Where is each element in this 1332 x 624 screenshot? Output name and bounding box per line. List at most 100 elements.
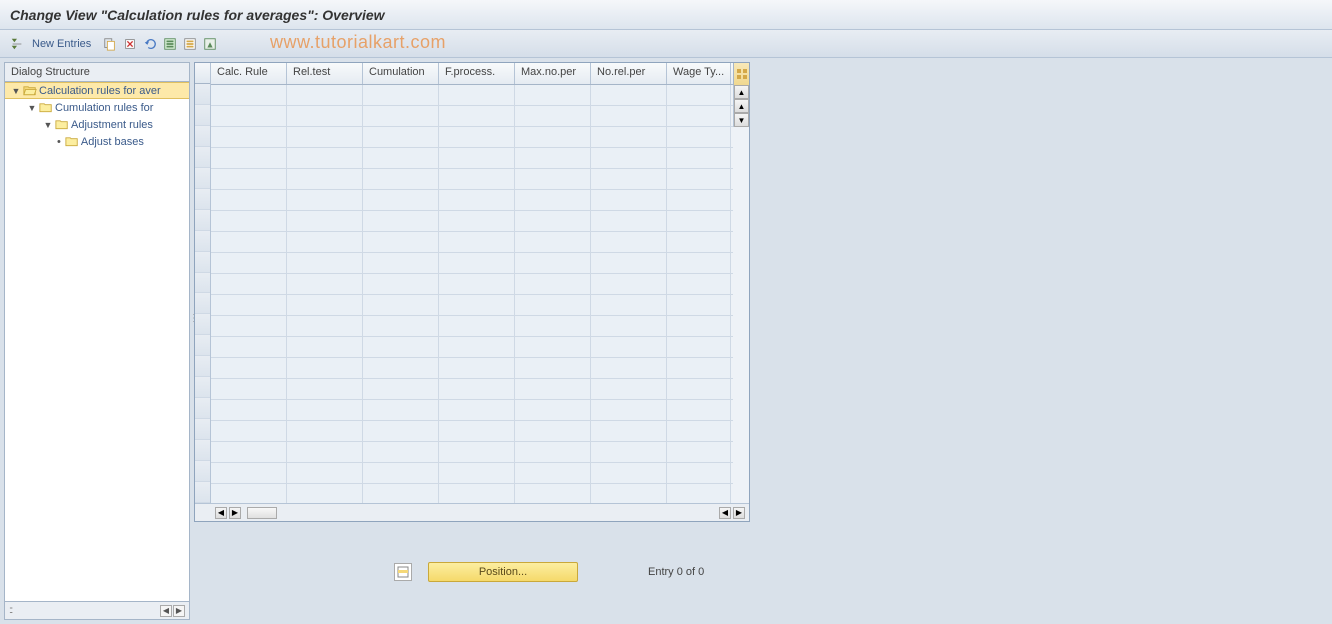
- cell[interactable]: [287, 442, 363, 462]
- row-selector[interactable]: [195, 210, 210, 231]
- cell[interactable]: [363, 400, 439, 420]
- cell[interactable]: [591, 442, 667, 462]
- cell[interactable]: [363, 232, 439, 252]
- cell[interactable]: [667, 232, 731, 252]
- cell[interactable]: [591, 148, 667, 168]
- table-row[interactable]: [211, 400, 733, 421]
- cell[interactable]: [591, 463, 667, 483]
- column-rel-test[interactable]: Rel.test: [287, 63, 363, 84]
- cell[interactable]: [439, 463, 515, 483]
- cell[interactable]: [363, 274, 439, 294]
- cell[interactable]: [363, 253, 439, 273]
- cell[interactable]: [591, 211, 667, 231]
- row-selector[interactable]: [195, 482, 210, 503]
- cell[interactable]: [667, 358, 731, 378]
- row-selector[interactable]: [195, 314, 210, 335]
- cell[interactable]: [211, 211, 287, 231]
- expand-toggle-icon[interactable]: ▼: [43, 120, 53, 130]
- cell[interactable]: [667, 253, 731, 273]
- cell[interactable]: [363, 106, 439, 126]
- cell[interactable]: [287, 358, 363, 378]
- table-row[interactable]: [211, 232, 733, 253]
- cell[interactable]: [363, 463, 439, 483]
- column-calc-rule[interactable]: Calc. Rule: [211, 63, 287, 84]
- cell[interactable]: [287, 316, 363, 336]
- cell[interactable]: [211, 148, 287, 168]
- cell[interactable]: [439, 253, 515, 273]
- cell[interactable]: [287, 232, 363, 252]
- cell[interactable]: [287, 148, 363, 168]
- table-row[interactable]: [211, 274, 733, 295]
- row-selector[interactable]: [195, 126, 210, 147]
- cell[interactable]: [439, 127, 515, 147]
- cell[interactable]: [287, 190, 363, 210]
- cell[interactable]: [591, 316, 667, 336]
- cell[interactable]: [363, 337, 439, 357]
- cell[interactable]: [667, 400, 731, 420]
- cell[interactable]: [363, 484, 439, 503]
- table-row[interactable]: [211, 169, 733, 190]
- cell[interactable]: [287, 106, 363, 126]
- column-no-rel-per[interactable]: No.rel.per: [591, 63, 667, 84]
- table-row[interactable]: [211, 127, 733, 148]
- cell[interactable]: [515, 463, 591, 483]
- cell[interactable]: [591, 400, 667, 420]
- scrollbar-thumb[interactable]: [247, 507, 277, 519]
- select-all-icon[interactable]: [161, 35, 179, 53]
- table-row[interactable]: [211, 463, 733, 484]
- new-entries-button[interactable]: New Entries: [28, 38, 95, 50]
- cell[interactable]: [211, 106, 287, 126]
- cell[interactable]: [439, 232, 515, 252]
- cell[interactable]: [211, 379, 287, 399]
- cell[interactable]: [363, 358, 439, 378]
- cell[interactable]: [287, 85, 363, 105]
- cell[interactable]: [515, 211, 591, 231]
- scroll-left-icon[interactable]: ◀: [719, 507, 731, 519]
- cell[interactable]: [667, 211, 731, 231]
- cell[interactable]: [211, 232, 287, 252]
- cell[interactable]: [363, 379, 439, 399]
- tree-item-cumulation-rules[interactable]: ▼ Cumulation rules for: [5, 99, 189, 116]
- cell[interactable]: [515, 127, 591, 147]
- cell[interactable]: [591, 274, 667, 294]
- cell[interactable]: [667, 85, 731, 105]
- cell[interactable]: [287, 337, 363, 357]
- cell[interactable]: [515, 379, 591, 399]
- table-row[interactable]: [211, 85, 733, 106]
- cell[interactable]: [211, 190, 287, 210]
- cell[interactable]: [515, 169, 591, 189]
- cell[interactable]: [515, 337, 591, 357]
- print-icon[interactable]: [201, 35, 219, 53]
- cell[interactable]: [439, 274, 515, 294]
- cell[interactable]: [363, 85, 439, 105]
- cell[interactable]: [667, 337, 731, 357]
- cell[interactable]: [667, 295, 731, 315]
- cell[interactable]: [667, 274, 731, 294]
- cell[interactable]: [667, 421, 731, 441]
- row-selector[interactable]: [195, 273, 210, 294]
- column-wage-type[interactable]: Wage Ty...: [667, 63, 731, 84]
- cell[interactable]: [211, 253, 287, 273]
- undo-icon[interactable]: [141, 35, 159, 53]
- cell[interactable]: [287, 211, 363, 231]
- table-row[interactable]: [211, 316, 733, 337]
- cell[interactable]: [287, 127, 363, 147]
- cell[interactable]: [591, 379, 667, 399]
- cell[interactable]: [211, 421, 287, 441]
- table-row[interactable]: [211, 379, 733, 400]
- cell[interactable]: [591, 484, 667, 503]
- cell[interactable]: [515, 400, 591, 420]
- row-selector[interactable]: [195, 105, 210, 126]
- cell[interactable]: [439, 442, 515, 462]
- cell[interactable]: [591, 127, 667, 147]
- scroll-up-icon[interactable]: ▲: [734, 99, 749, 113]
- vertical-scrollbar[interactable]: ▲ ▲ ▼: [733, 85, 749, 127]
- select-all-rows[interactable]: [195, 63, 210, 84]
- row-selector[interactable]: [195, 335, 210, 356]
- table-row[interactable]: [211, 421, 733, 442]
- scroll-left-icon[interactable]: ◀: [160, 605, 172, 617]
- table-row[interactable]: [211, 106, 733, 127]
- cell[interactable]: [287, 274, 363, 294]
- cell[interactable]: [439, 169, 515, 189]
- cell[interactable]: [515, 148, 591, 168]
